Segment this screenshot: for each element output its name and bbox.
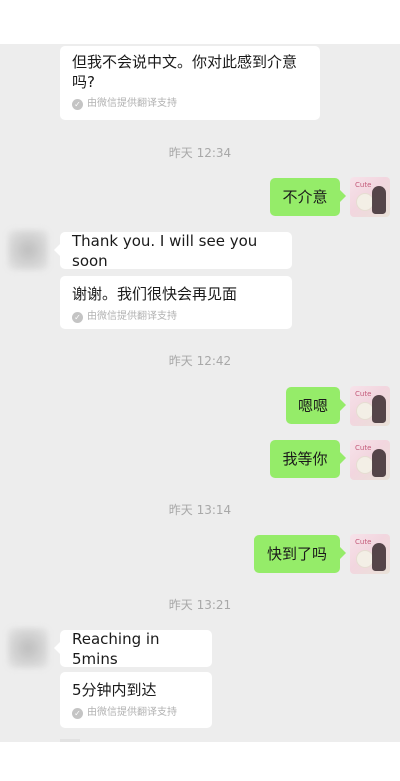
message-bubble-sent[interactable]: 不介意 xyxy=(270,178,346,216)
avatar-hair-shape xyxy=(372,395,386,423)
translation-bubble[interactable]: 谢谢。我们很快会再见面 ✓ 由微信提供翻译支持 xyxy=(60,276,292,329)
my-avatar[interactable]: Cute xyxy=(350,534,390,574)
avatar-hair-shape xyxy=(372,186,386,214)
avatar-tag: Cute xyxy=(355,444,372,452)
my-avatar[interactable]: Cute xyxy=(350,386,390,426)
translation-note: ✓ 由微信提供翻译支持 xyxy=(72,706,200,720)
message-bubble-sent[interactable]: 快到了吗 xyxy=(254,535,346,573)
avatar-tag: Cute xyxy=(355,181,372,189)
contact-avatar[interactable] xyxy=(8,628,48,668)
timestamp: 昨天 13:14 xyxy=(168,503,232,517)
message-text: Reaching in 5mins xyxy=(72,629,160,668)
translation-note: ✓ 由微信提供翻译支持 xyxy=(72,97,308,111)
chat-area: 但我不会说中文。你对此感到介意 吗? ✓ 由微信提供翻译支持 昨天 12:34 … xyxy=(0,44,400,742)
message-text: 不介意 xyxy=(282,188,328,206)
avatar-tag: Cute xyxy=(355,538,372,546)
message-text: 吗? xyxy=(72,73,95,91)
message-bubble-sent[interactable]: 我等你 xyxy=(270,440,346,478)
translation-note-text: 由微信提供翻译支持 xyxy=(87,707,177,718)
message-text: 但我不会说中文。你对此感到介意 xyxy=(72,53,298,71)
translation-bubble[interactable]: 5分钟内到达 ✓ 由微信提供翻译支持 xyxy=(60,672,212,728)
my-avatar[interactable]: Cute xyxy=(350,177,390,217)
check-circle-icon: ✓ xyxy=(72,707,83,719)
contact-avatar[interactable] xyxy=(8,230,48,270)
message-text: 嗯嗯 xyxy=(297,396,328,415)
avatar-tag: Cute xyxy=(355,390,372,398)
message-bubble-received[interactable]: Reaching in 5mins xyxy=(54,629,212,668)
translation-note-text: 由微信提供翻译支持 xyxy=(87,311,177,322)
timestamp: 昨天 12:34 xyxy=(168,146,232,160)
my-avatar[interactable]: Cute xyxy=(350,440,390,480)
message-text: 我等你 xyxy=(282,450,328,468)
avatar-hair-shape xyxy=(372,449,386,477)
timestamp: 昨天 13:21 xyxy=(168,598,232,612)
translation-note: ✓ 由微信提供翻译支持 xyxy=(72,310,280,324)
message-text: 快到了吗 xyxy=(266,545,327,563)
timestamp: 昨天 12:42 xyxy=(168,354,232,368)
message-bubble-received[interactable]: Thank you. I will see you soon xyxy=(54,231,292,270)
translation-text: 5分钟内到达 xyxy=(72,681,157,699)
message-bubble-sent[interactable]: 嗯嗯 xyxy=(286,387,346,424)
translation-text: 谢谢。我们很快会再见面 xyxy=(72,285,238,303)
avatar-hair-shape xyxy=(372,543,386,571)
check-circle-icon: ✓ xyxy=(72,311,83,323)
next-message-edge xyxy=(60,739,80,742)
check-circle-icon: ✓ xyxy=(72,98,83,110)
message-bubble-received[interactable]: 但我不会说中文。你对此感到介意 吗? ✓ 由微信提供翻译支持 xyxy=(60,46,320,120)
message-text: Thank you. I will see you soon xyxy=(72,231,258,270)
translation-note-text: 由微信提供翻译支持 xyxy=(87,98,177,109)
